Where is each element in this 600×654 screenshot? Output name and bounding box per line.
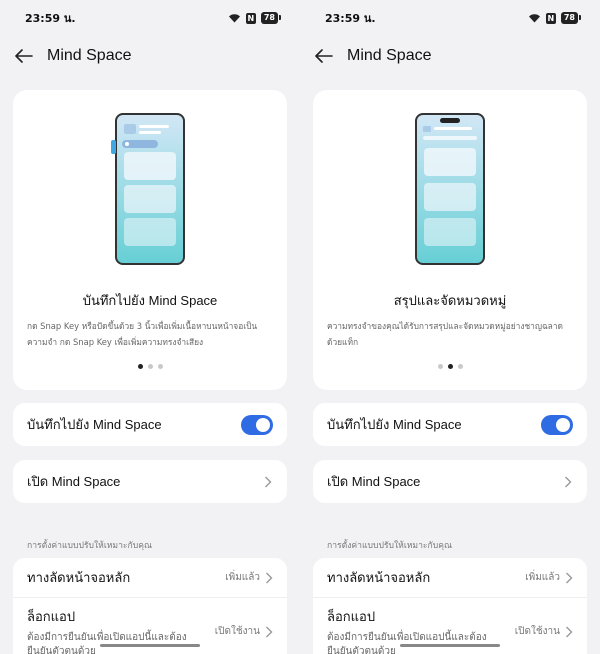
pager-dot[interactable] bbox=[437, 364, 443, 369]
section-label: การตั้งค่าแบบปรับให้เหมาะกับคุณ bbox=[27, 541, 152, 551]
home-shortcut-value: เพิ่มแล้ว bbox=[525, 572, 560, 583]
home-shortcut-row[interactable]: ทางลัดหน้าจอหลัก เพิ่มแล้ว bbox=[313, 558, 587, 598]
status-bar: 23:59 น. N 78 bbox=[0, 0, 300, 36]
pager-dot[interactable] bbox=[137, 364, 143, 369]
home-shortcut-label: ทางลัดหน้าจอหลัก bbox=[327, 570, 431, 585]
save-toggle-switch[interactable] bbox=[541, 414, 573, 435]
app-lock-value: เปิดใช้งาน bbox=[214, 626, 260, 637]
personalized-settings-card: ทางลัดหน้าจอหลัก เพิ่มแล้ว ล็อกแอป ต้องม… bbox=[13, 558, 287, 654]
chevron-right-icon bbox=[566, 626, 573, 637]
screen-left: 23:59 น. N 78 Mind Space บันทึกไปยัง Min… bbox=[0, 0, 300, 654]
open-mind-space-card[interactable]: เปิด Mind Space bbox=[313, 460, 587, 503]
phone-illustration bbox=[111, 113, 185, 265]
save-toggle-label: บันทึกไปยัง Mind Space bbox=[327, 417, 462, 432]
app-lock-subtitle: ต้องมีการยืนยันเพื่อเปิดแอปนี้และต้องยืน… bbox=[27, 632, 187, 654]
feature-carousel[interactable]: สรุปและจัดหมวดหมู่ ความทรงจำของคุณได้รับ… bbox=[313, 90, 587, 390]
section-label: การตั้งค่าแบบปรับให้เหมาะกับคุณ bbox=[327, 541, 452, 551]
pager-dot[interactable] bbox=[147, 364, 153, 369]
nfc-icon: N bbox=[245, 12, 256, 24]
battery-icon: 78 bbox=[560, 12, 582, 24]
hero-title: บันทึกไปยัง Mind Space bbox=[82, 293, 218, 308]
save-toggle-card[interactable]: บันทึกไปยัง Mind Space bbox=[13, 403, 287, 446]
save-toggle-label: บันทึกไปยัง Mind Space bbox=[27, 417, 162, 432]
chevron-right-icon bbox=[266, 572, 273, 583]
pager-dot[interactable] bbox=[457, 364, 463, 369]
battery-icon: 78 bbox=[260, 12, 282, 24]
feature-carousel[interactable]: บันทึกไปยัง Mind Space กด Snap Key หรือป… bbox=[13, 90, 287, 390]
home-shortcut-label: ทางลัดหน้าจอหลัก bbox=[27, 570, 131, 585]
page-title: Mind Space bbox=[347, 47, 432, 64]
hero-title: สรุปและจัดหมวดหมู่ bbox=[393, 293, 507, 308]
wifi-icon bbox=[228, 14, 240, 23]
open-mind-space-card[interactable]: เปิด Mind Space bbox=[13, 460, 287, 503]
app-lock-value: เปิดใช้งาน bbox=[514, 626, 560, 637]
wifi-icon bbox=[528, 14, 540, 23]
back-arrow-icon[interactable] bbox=[313, 45, 335, 67]
page-title: Mind Space bbox=[47, 47, 132, 64]
pager-dots[interactable] bbox=[13, 364, 287, 369]
home-shortcut-row[interactable]: ทางลัดหน้าจอหลัก เพิ่มแล้ว bbox=[13, 558, 287, 598]
chevron-right-icon bbox=[565, 476, 572, 487]
hero-description: กด Snap Key หรือปัดขึ้นด้วย 3 นิ้วเพื่อเ… bbox=[27, 321, 258, 347]
save-toggle-switch[interactable] bbox=[241, 414, 273, 435]
chevron-right-icon bbox=[566, 572, 573, 583]
home-shortcut-value: เพิ่มแล้ว bbox=[225, 572, 260, 583]
open-mind-space-label: เปิด Mind Space bbox=[27, 474, 121, 489]
phone-illustration bbox=[415, 113, 485, 265]
save-toggle-card[interactable]: บันทึกไปยัง Mind Space bbox=[313, 403, 587, 446]
personalized-settings-card: ทางลัดหน้าจอหลัก เพิ่มแล้ว ล็อกแอป ต้องม… bbox=[313, 558, 587, 654]
screen-right: 23:59 น. N 78 Mind Space สรุปและจัดหมวดห… bbox=[300, 0, 600, 654]
home-indicator[interactable] bbox=[100, 644, 200, 647]
back-arrow-icon[interactable] bbox=[13, 45, 35, 67]
home-indicator[interactable] bbox=[400, 644, 500, 647]
chevron-right-icon bbox=[266, 626, 273, 637]
pager-dots[interactable] bbox=[313, 364, 587, 369]
chevron-right-icon bbox=[265, 476, 272, 487]
status-bar: 23:59 น. N 78 bbox=[300, 0, 600, 36]
pager-dot[interactable] bbox=[447, 364, 453, 369]
hero-description: ความทรงจำของคุณได้รับการสรุปและจัดหมวดหม… bbox=[327, 321, 563, 347]
pager-dot[interactable] bbox=[157, 364, 163, 369]
open-mind-space-label: เปิด Mind Space bbox=[327, 474, 421, 489]
status-time: 23:59 น. bbox=[25, 12, 76, 25]
nfc-icon: N bbox=[545, 12, 556, 24]
app-lock-subtitle: ต้องมีการยืนยันเพื่อเปิดแอปนี้และต้องยืน… bbox=[327, 632, 487, 654]
status-time: 23:59 น. bbox=[325, 12, 376, 25]
